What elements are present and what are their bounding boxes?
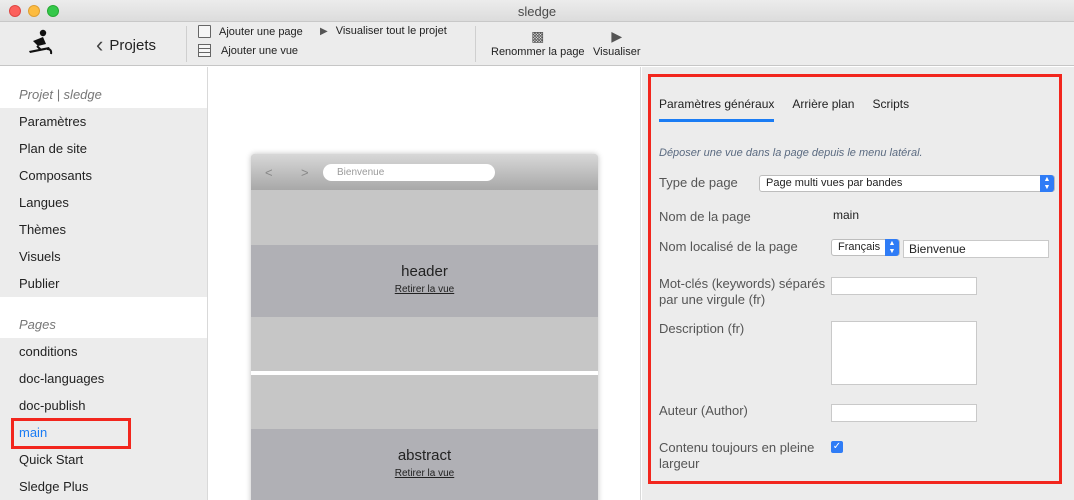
author-input[interactable] [831, 404, 977, 422]
play-icon: ▶ [320, 25, 328, 37]
rename-page-label: Renommer la page [491, 46, 585, 58]
description-textarea[interactable] [831, 321, 977, 385]
page-name-label: Nom de la page [659, 209, 751, 224]
toolbar-divider [475, 26, 476, 62]
sidebar: Projet | sledge Paramètres Plan de site … [0, 67, 208, 500]
page-item-sledge-plus[interactable]: Sledge Plus [0, 473, 207, 500]
view-band-header[interactable]: header Retirer la vue [251, 245, 598, 317]
page-band-spacer [251, 190, 598, 245]
localized-name-label: Nom localisé de la page [659, 239, 798, 254]
sidebar-item-langues[interactable]: Langues [0, 189, 207, 216]
tab-scripts[interactable]: Scripts [872, 97, 909, 122]
view-icon [198, 44, 211, 57]
drop-view-hint: Déposer une vue dans la page depuis le m… [659, 147, 923, 159]
sidebar-item-visuels[interactable]: Visuels [0, 243, 207, 270]
author-label: Auteur (Author) [659, 403, 748, 418]
pages-section-title: Pages [19, 317, 56, 332]
language-value: Français [838, 241, 881, 253]
back-label: Projets [109, 36, 157, 54]
tab-arriere-plan[interactable]: Arrière plan [792, 97, 854, 122]
view-band-abstract[interactable]: abstract Retirer la vue [251, 429, 598, 500]
preview-button[interactable]: ▶ Visualiser [593, 26, 641, 59]
page-band-spacer [251, 375, 598, 429]
browser-forward-icon[interactable]: > [301, 165, 309, 180]
project-menu: Paramètres Plan de site Composants Langu… [0, 108, 207, 297]
page-item-main[interactable]: main [0, 419, 207, 446]
add-view-button[interactable]: Ajouter une vue [198, 44, 298, 57]
add-page-button[interactable]: Ajouter une page [198, 25, 303, 38]
select-arrows-icon: ▲ ▼ [885, 239, 899, 256]
preview-label: Visualiser [593, 46, 641, 58]
keywords-label: Mot-clés (keywords) séparés par une virg… [659, 276, 826, 307]
page-canvas: < > Bienvenue header Retirer la vue abst… [208, 67, 641, 500]
full-width-label: Contenu toujours en pleine largeur [659, 440, 815, 471]
rename-icon: ▩ [531, 27, 545, 44]
sidebar-item-plan-de-site[interactable]: Plan de site [0, 135, 207, 162]
view-title-abstract: abstract [397, 447, 452, 464]
page-band-spacer [251, 317, 598, 371]
view-title-header: header [401, 263, 448, 280]
sidebar-item-parametres[interactable]: Paramètres [0, 108, 207, 135]
remove-view-link[interactable]: Retirer la vue [395, 284, 454, 295]
language-select[interactable]: Français ▲ ▼ [831, 239, 900, 256]
page-item-conditions[interactable]: conditions [0, 338, 207, 365]
page-item-doc-publish[interactable]: doc-publish [0, 392, 207, 419]
add-page-label: Ajouter une page [219, 25, 303, 38]
title-bar: sledge [0, 0, 1074, 22]
rename-page-button[interactable]: ▩ Renommer la page [491, 26, 585, 59]
pages-list: conditions doc-languages doc-publish mai… [0, 338, 207, 500]
keywords-input[interactable] [831, 277, 977, 295]
browser-toolbar: < > Bienvenue [251, 154, 598, 190]
page-icon [198, 25, 211, 38]
page-type-value: Page multi vues par bandes [766, 177, 903, 189]
preview-all-label: Visualiser tout le projet [335, 25, 447, 37]
page-type-label: Type de page [659, 175, 738, 190]
description-label: Description (fr) [659, 321, 745, 336]
browser-preview: < > Bienvenue header Retirer la vue abst… [251, 154, 598, 500]
remove-view-link[interactable]: Retirer la vue [395, 468, 454, 479]
browser-back-icon[interactable]: < [265, 165, 273, 180]
full-width-checkbox[interactable]: ✓ [831, 441, 843, 453]
toolbar: ‹ Projets Ajouter une page ▶ Visualiser … [0, 22, 1074, 66]
sidebar-item-themes[interactable]: Thèmes [0, 216, 207, 243]
back-to-projects-button[interactable]: ‹ Projets [96, 34, 156, 56]
add-view-label: Ajouter une vue [221, 44, 299, 57]
sidebar-item-publier[interactable]: Publier [0, 270, 207, 297]
toolbar-divider [186, 26, 187, 62]
page-type-select[interactable]: Page multi vues par bandes ▲ ▼ [759, 175, 1055, 192]
sidebar-item-composants[interactable]: Composants [0, 162, 207, 189]
sledge-logo-icon [29, 29, 53, 55]
preview-all-button[interactable]: ▶ Visualiser tout le projet [320, 25, 447, 37]
page-item-quick-start[interactable]: Quick Start [0, 446, 207, 473]
project-section-title: Projet | sledge [19, 87, 102, 102]
play-icon: ▶ [611, 27, 623, 44]
tab-parametres-generaux[interactable]: Paramètres généraux [659, 97, 775, 122]
page-name-value: main [833, 208, 860, 222]
page-item-doc-languages[interactable]: doc-languages [0, 365, 207, 392]
localized-name-input[interactable]: Bienvenue [903, 240, 1049, 258]
browser-url-field: Bienvenue [323, 164, 495, 181]
chevron-left-icon: ‹ [96, 32, 104, 57]
window-title: sledge [517, 4, 557, 19]
select-arrows-icon: ▲ ▼ [1040, 175, 1054, 192]
settings-tabs: Paramètres généraux Arrière plan Scripts [659, 97, 909, 122]
